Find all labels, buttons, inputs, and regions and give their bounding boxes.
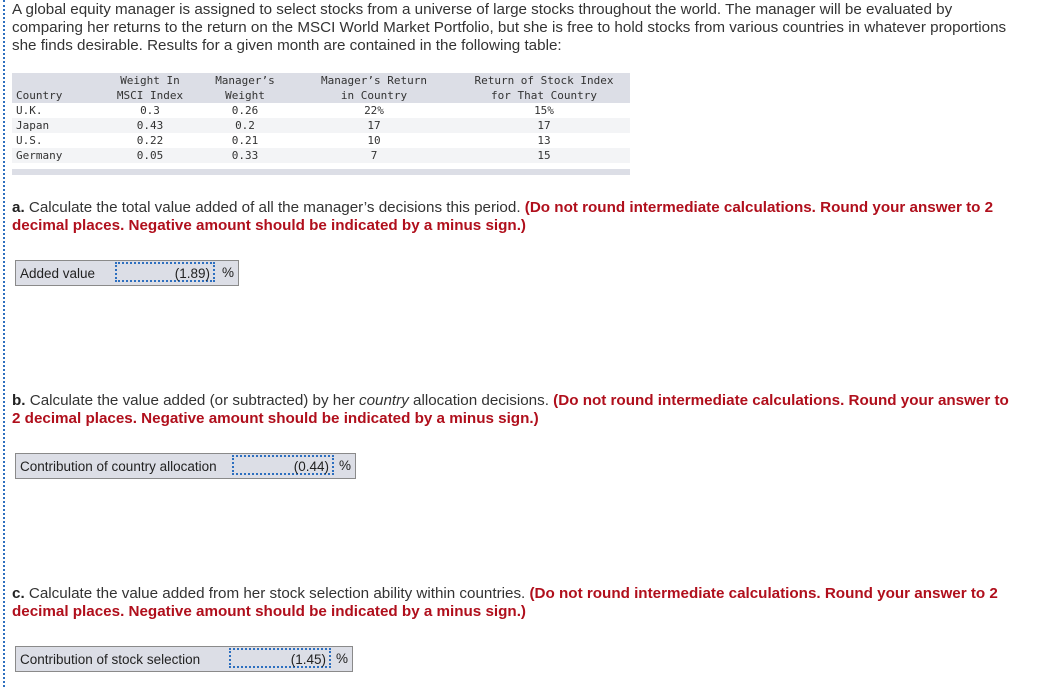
question-a-text: Calculate the total value added of all t… [24,199,525,216]
question-a-letter: a. [12,199,25,216]
cell-country: U.K. [12,103,100,118]
cell-manager-weight: 0.33 [200,148,290,163]
header-msci-weight: Weight In MSCI Index [100,73,200,103]
problem-intro: A global equity manager is assigned to s… [12,1,1007,54]
cell-country: U.S. [12,133,100,148]
cell-manager-return: 7 [290,148,458,163]
cell-manager-weight: 0.21 [200,133,290,148]
percent-unit: % [335,651,348,666]
country-allocation-input[interactable]: (0.44) [232,455,334,475]
question-a: a. Calculate the total value added of al… [12,199,1012,235]
header-manager-return: Manager’s Return in Country [290,73,458,103]
answer-row-country-allocation: Contribution of country allocation (0.44… [15,453,356,479]
answer-row-stock-selection: Contribution of stock selection (1.45) % [15,646,353,672]
header-country: Country [12,73,100,103]
header-index-return: Return of Stock Index for That Country [458,73,630,103]
percent-unit: % [221,265,234,280]
table-row: U.S. 0.22 0.21 10 13 [12,133,630,148]
emphasis-country: country [358,392,409,409]
answer-label: Contribution of country allocation [20,458,217,474]
cell-country: Japan [12,118,100,133]
cell-index-return: 17 [458,118,630,133]
cell-manager-return: 22% [290,103,458,118]
answer-row-added-value: Added value (1.89) % [15,260,239,286]
added-value-input[interactable]: (1.89) [115,262,215,282]
table-row: U.K. 0.3 0.26 22% 15% [12,103,630,118]
header-manager-weight: Manager’s Weight [200,73,290,103]
table-footer-band [12,169,630,175]
cell-msci-weight: 0.3 [100,103,200,118]
stock-selection-input[interactable]: (1.45) [229,648,331,668]
cell-manager-weight: 0.2 [200,118,290,133]
left-border-rule [3,0,5,687]
returns-table: Country Weight In MSCI Index Manager’s Wei… [12,73,630,163]
cell-msci-weight: 0.05 [100,148,200,163]
question-c-text: Calculate the value added from her stock… [24,585,530,602]
cell-msci-weight: 0.22 [100,133,200,148]
cell-index-return: 13 [458,133,630,148]
cell-manager-weight: 0.26 [200,103,290,118]
cell-country: Germany [12,148,100,163]
question-b: b. Calculate the value added (or subtrac… [12,392,1009,427]
cell-msci-weight: 0.43 [100,118,200,133]
table-row: Germany 0.05 0.33 7 15 [12,148,630,163]
answer-label: Contribution of stock selection [20,651,201,667]
question-c-letter: c. [12,585,25,602]
percent-unit: % [338,458,351,473]
table-row: Japan 0.43 0.2 17 17 [12,118,630,133]
question-b-letter: b. [12,392,26,409]
answer-label: Added value [20,265,96,281]
question-c: c. Calculate the value added from her st… [12,585,1012,621]
table-header-row: Country Weight In MSCI Index Manager’s Wei… [12,73,630,103]
cell-manager-return: 17 [290,118,458,133]
cell-index-return: 15% [458,103,630,118]
cell-manager-return: 10 [290,133,458,148]
cell-index-return: 15 [458,148,630,163]
